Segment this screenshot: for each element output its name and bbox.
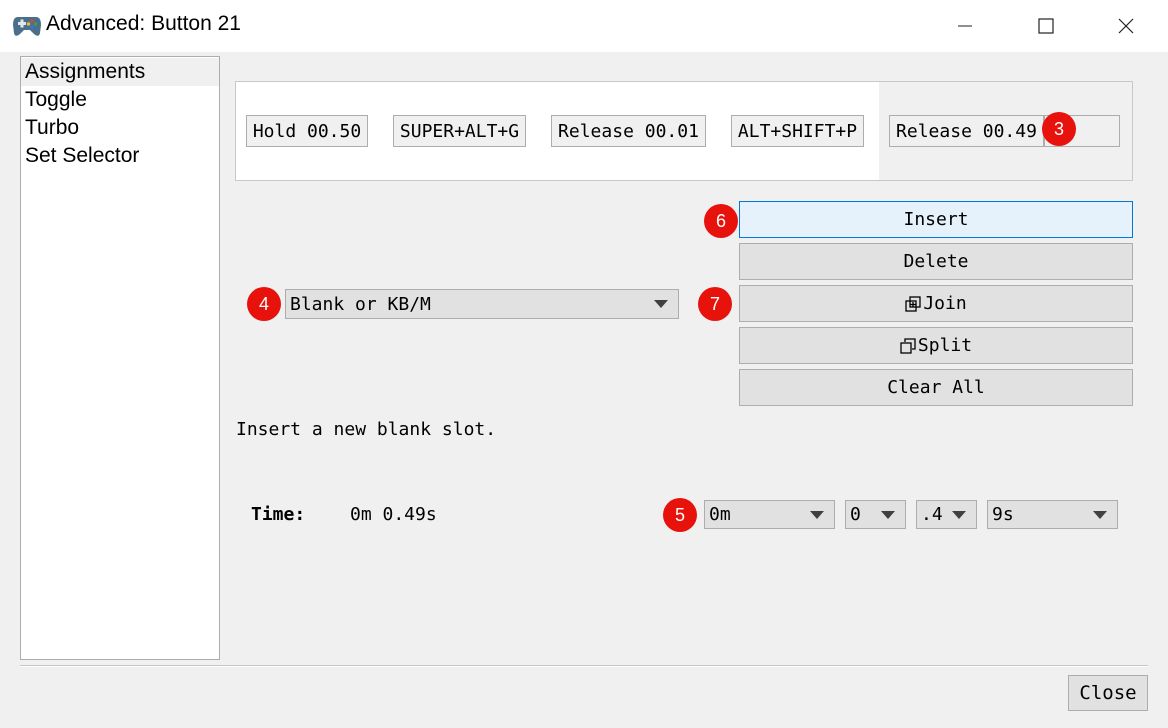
- slot-button[interactable]: ALT+SHIFT+P: [731, 115, 864, 147]
- minimize-icon: [958, 25, 972, 27]
- close-button[interactable]: Close: [1068, 675, 1148, 711]
- sidebar-list: Assignments Toggle Turbo Set Selector: [20, 56, 220, 660]
- gamepad-icon: [13, 17, 41, 36]
- slot-button[interactable]: Hold 00.50: [246, 115, 368, 147]
- chevron-down-icon: [952, 510, 966, 519]
- chevron-down-icon: [810, 510, 824, 519]
- chevron-down-icon: [654, 300, 668, 308]
- tenths-select[interactable]: .4: [916, 500, 977, 529]
- close-window-button[interactable]: [1098, 0, 1154, 52]
- badge-4: 4: [247, 287, 281, 321]
- slot-button[interactable]: Release 00.49: [889, 115, 1044, 147]
- hundredths-select[interactable]: 9s: [987, 500, 1118, 529]
- tenths-value: .4: [921, 504, 943, 525]
- seconds-value: 0: [850, 504, 861, 525]
- split-label: Split: [917, 335, 973, 356]
- clear-all-button[interactable]: Clear All: [739, 369, 1133, 406]
- close-icon: [1118, 18, 1134, 34]
- description-text: Insert a new blank slot.: [236, 419, 497, 440]
- join-button[interactable]: Join: [739, 285, 1133, 322]
- delete-button[interactable]: Delete: [739, 243, 1133, 280]
- seconds-select[interactable]: 0: [845, 500, 906, 529]
- footer-separator: [20, 665, 1148, 667]
- split-button[interactable]: Split: [739, 327, 1133, 364]
- chevron-down-icon: [1093, 510, 1107, 519]
- maximize-icon: [1038, 18, 1054, 34]
- maximize-button[interactable]: [1018, 0, 1074, 52]
- split-icon: [900, 337, 916, 354]
- slot-type-select[interactable]: Blank or KB/M: [285, 289, 679, 319]
- join-label: Join: [923, 293, 967, 314]
- badge-5: 5: [663, 498, 697, 532]
- sidebar-item-assignments[interactable]: Assignments: [21, 58, 219, 86]
- slot-type-value: Blank or KB/M: [290, 293, 431, 315]
- insert-button[interactable]: Insert: [739, 201, 1133, 238]
- minutes-value: 0m: [709, 504, 731, 525]
- sidebar-item-turbo[interactable]: Turbo: [25, 114, 219, 142]
- minutes-select[interactable]: 0m: [704, 500, 835, 529]
- minimize-button[interactable]: [937, 0, 993, 52]
- slot-button[interactable]: SUPER+ALT+G: [393, 115, 526, 147]
- window-title: Advanced: Button 21: [46, 12, 241, 35]
- sidebar-item-set-selector[interactable]: Set Selector: [25, 142, 219, 170]
- sidebar-item-toggle[interactable]: Toggle: [25, 86, 219, 114]
- slot-button[interactable]: Release 00.01: [551, 115, 706, 147]
- badge-6: 6: [704, 204, 738, 238]
- time-label: Time:: [251, 504, 306, 525]
- hundredths-value: 9s: [992, 504, 1014, 525]
- join-icon: [905, 295, 921, 312]
- time-value: 0m 0.49s: [350, 504, 437, 525]
- title-bar: Advanced: Button 21: [0, 0, 1168, 52]
- chevron-down-icon: [881, 510, 895, 519]
- badge-3: 3: [1042, 112, 1076, 146]
- badge-7: 7: [698, 287, 732, 321]
